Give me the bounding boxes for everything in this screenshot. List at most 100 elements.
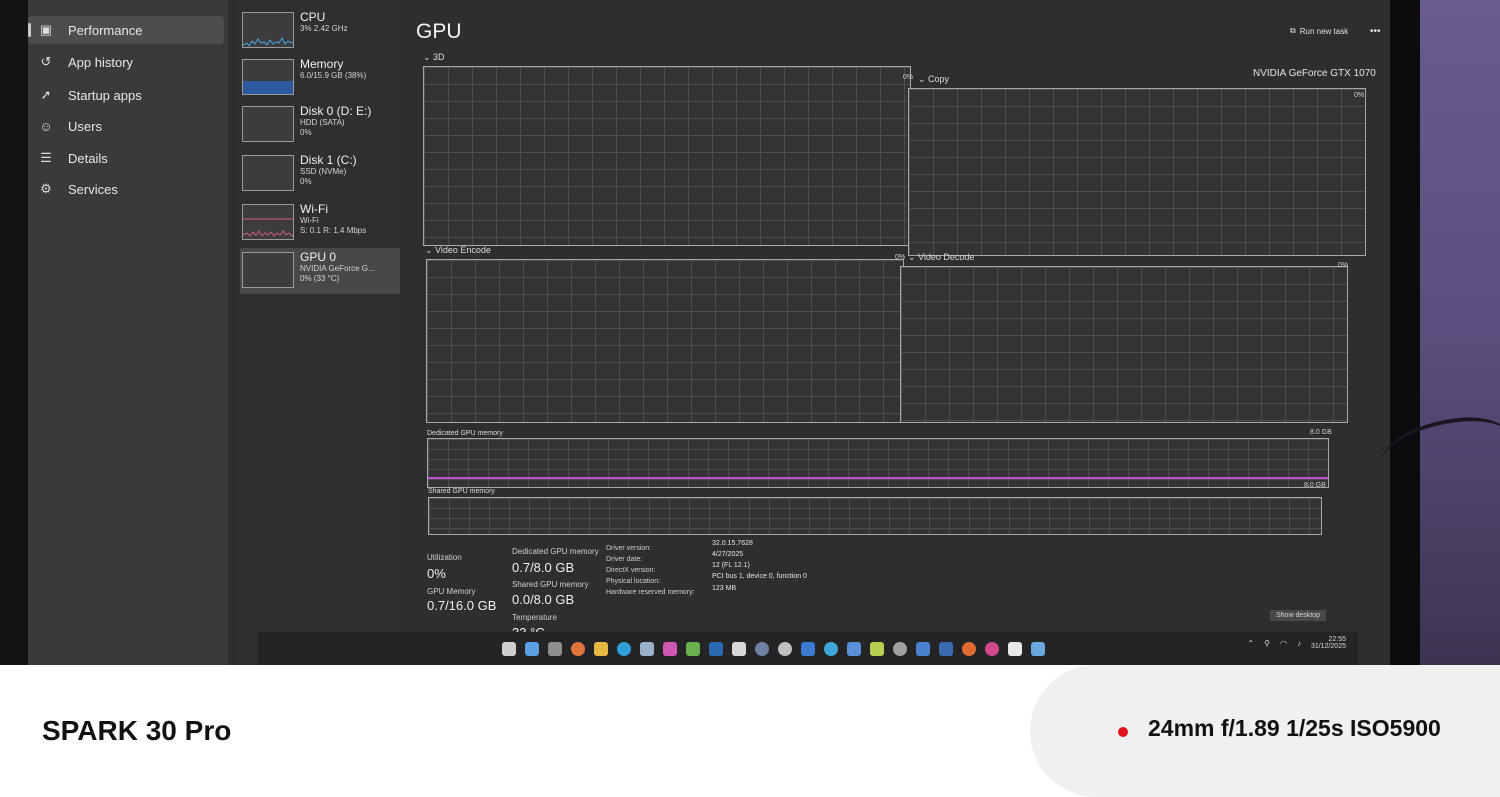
graph-selector-video-encode[interactable]: ⌄ Video Encode bbox=[425, 245, 491, 256]
taskbar-task-manager-icon[interactable] bbox=[1031, 641, 1045, 656]
graph-label: Video Encode bbox=[435, 245, 491, 255]
device-title: CPU bbox=[300, 10, 326, 24]
taskbar: ⌃ ⚲ ◠ ♪ 22:55 31/12/2025 bbox=[258, 632, 1358, 665]
sidebar-item-services[interactable]: ⚙ Services bbox=[28, 175, 224, 203]
usb-icon[interactable]: ⚲ bbox=[1264, 639, 1270, 648]
taskbar-app-3-icon[interactable] bbox=[1008, 641, 1022, 656]
device-subtitle: 6.0/15.9 GB (38%) bbox=[300, 71, 367, 80]
gpu-panel: GPU ⧉ Run new task ••• NVIDIA GeForce GT… bbox=[408, 0, 1390, 665]
chevron-down-icon: ⌄ bbox=[908, 252, 919, 262]
graph-video-decode bbox=[900, 266, 1348, 423]
device-item-cpu[interactable]: CPU 3% 2.42 GHz bbox=[240, 8, 400, 54]
taskbar-app-icon[interactable] bbox=[548, 641, 562, 656]
volume-icon[interactable]: ♪ bbox=[1297, 639, 1301, 648]
directx-version-value: 12 (FL 12.1) bbox=[712, 562, 750, 569]
sidebar-item-label: Services bbox=[68, 181, 118, 197]
disk-0-thumbnail bbox=[242, 106, 294, 142]
device-list: CPU 3% 2.42 GHz Memory 6.0/15.9 GB (38%)… bbox=[236, 0, 400, 665]
wifi-thumbnail bbox=[242, 204, 294, 240]
utilization-value: 0% bbox=[427, 566, 446, 581]
photo-caption-bar: SPARK 30 Pro 24mm f/1.89 1/25s ISO5900 bbox=[0, 665, 1500, 797]
device-item-memory[interactable]: Memory 6.0/15.9 GB (38%) bbox=[240, 55, 400, 101]
taskbar-chrome-icon[interactable] bbox=[571, 641, 585, 656]
sidebar-nav: ▣ Performance ↺ App history ➚ Startup ap… bbox=[28, 0, 228, 665]
device-item-gpu-0[interactable]: GPU 0 NVIDIA GeForce G... 0% (33 °C) bbox=[240, 248, 400, 294]
dedicated-memory-line bbox=[428, 477, 1328, 479]
taskbar-gauge-icon[interactable] bbox=[755, 641, 769, 656]
device-subtitle: 3% 2.42 GHz bbox=[300, 24, 348, 33]
taskbar-chart-icon[interactable] bbox=[916, 641, 930, 656]
taskbar-firefox-icon[interactable] bbox=[962, 641, 976, 656]
device-subtitle: SSD (NVMe) bbox=[300, 167, 347, 176]
taskbar-media-icon[interactable] bbox=[985, 641, 999, 656]
monitor-bezel-right bbox=[1390, 0, 1420, 665]
chevron-down-icon: ⌄ bbox=[425, 245, 436, 255]
taskbar-edge-icon[interactable] bbox=[617, 641, 631, 656]
shared-memory-graph-label: Shared GPU memory bbox=[428, 488, 495, 495]
device-title: Wi-Fi bbox=[300, 202, 328, 216]
sidebar-item-app-history[interactable]: ↺ App history bbox=[28, 48, 224, 76]
graph-selector-video-decode[interactable]: ⌄ Video Decode bbox=[908, 252, 974, 263]
gpu-model-name: NVIDIA GeForce GTX 1070 bbox=[1253, 68, 1376, 79]
camera-device-name: SPARK 30 Pro bbox=[42, 715, 232, 746]
driver-version-key: Driver version: bbox=[606, 545, 652, 552]
sidebar-item-startup-apps[interactable]: ➚ Startup apps bbox=[28, 81, 224, 109]
clock-time: 22:55 bbox=[1328, 636, 1346, 643]
sidebar-item-label: App history bbox=[68, 54, 134, 70]
sidebar-item-label: Details bbox=[68, 150, 108, 166]
taskbar-notepad-icon[interactable] bbox=[870, 641, 884, 656]
taskbar-openai-icon[interactable] bbox=[893, 641, 907, 656]
device-subtitle: HDD (SATA) bbox=[300, 118, 345, 127]
graph-label: Video Decode bbox=[918, 252, 975, 262]
graph-label: Copy bbox=[928, 74, 950, 84]
graph-selector-copy[interactable]: ⌄ Copy bbox=[918, 74, 949, 85]
taskbar-steam-icon[interactable] bbox=[709, 641, 723, 656]
device-item-disk-0[interactable]: Disk 0 (D: E:) HDD (SATA) 0% bbox=[240, 102, 400, 148]
run-new-task-button[interactable]: ⧉ Run new task bbox=[1290, 26, 1348, 36]
physical-location-key: Physical location: bbox=[606, 578, 661, 585]
taskbar-network-icon[interactable] bbox=[847, 641, 861, 656]
device-usage: 0% bbox=[300, 177, 312, 186]
sidebar-item-details[interactable]: ☰ Details bbox=[28, 144, 224, 172]
graph-label: 3D bbox=[433, 52, 445, 62]
device-item-disk-1[interactable]: Disk 1 (C:) SSD (NVMe) 0% bbox=[240, 151, 400, 197]
shared-memory-graph bbox=[428, 497, 1322, 535]
taskbar-folder-icon[interactable] bbox=[594, 641, 608, 656]
graph-selector-3d[interactable]: ⌄ 3D bbox=[423, 52, 445, 63]
taskbar-globe-icon[interactable] bbox=[824, 641, 838, 656]
run-new-task-label: Run new task bbox=[1299, 26, 1349, 36]
wifi-icon[interactable]: ◠ bbox=[1280, 639, 1287, 648]
photo-area: ▣ Performance ↺ App history ➚ Startup ap… bbox=[0, 0, 1500, 665]
sidebar-item-performance[interactable]: ▣ Performance bbox=[28, 16, 224, 44]
device-item-wifi[interactable]: Wi-Fi Wi-Fi S: 0.1 R: 1.4 Mbps bbox=[240, 200, 400, 246]
taskbar-file-icon[interactable] bbox=[502, 641, 516, 656]
taskbar-notes-icon[interactable] bbox=[640, 641, 654, 656]
sidebar-item-users[interactable]: ☺ Users bbox=[28, 112, 224, 140]
show-desktop-button[interactable]: Show desktop bbox=[1270, 610, 1326, 621]
clock[interactable]: 22:55 31/12/2025 bbox=[1311, 636, 1346, 650]
physical-location-value: PCI bus 1, device 0, function 0 bbox=[712, 573, 807, 580]
users-icon: ☺ bbox=[39, 118, 53, 134]
gpu-thumbnail bbox=[242, 252, 294, 288]
taskbar-monitor-icon[interactable] bbox=[939, 641, 953, 656]
device-usage: 0% (33 °C) bbox=[300, 274, 340, 283]
background-wall bbox=[1420, 0, 1500, 665]
more-options-button[interactable]: ••• bbox=[1370, 26, 1381, 37]
taskbar-wordpress-icon[interactable] bbox=[778, 641, 792, 656]
taskbar-app-2-icon[interactable] bbox=[801, 641, 815, 656]
device-usage: S: 0.1 R: 1.4 Mbps bbox=[300, 226, 367, 235]
device-title: Disk 0 (D: E:) bbox=[300, 104, 372, 118]
taskbar-document-icon[interactable] bbox=[732, 641, 746, 656]
graph-video-decode-percent: 0% bbox=[1338, 262, 1349, 269]
taskbar-store-icon[interactable] bbox=[525, 641, 539, 656]
graph-copy-percent: 0% bbox=[1354, 92, 1365, 99]
taskbar-instagram-icon[interactable] bbox=[663, 641, 677, 656]
dedicated-memory-max: 8.0 GB bbox=[1310, 429, 1332, 436]
dedicated-memory-graph-label: Dedicated GPU memory bbox=[427, 430, 503, 437]
directx-version-key: DirectX version: bbox=[606, 567, 656, 574]
driver-date-value: 4/27/2025 bbox=[712, 551, 744, 558]
graph-video-encode bbox=[426, 259, 904, 423]
taskbar-green-app-icon[interactable] bbox=[686, 641, 700, 656]
sidebar-item-label: Users bbox=[68, 118, 102, 134]
chevron-up-icon[interactable]: ⌃ bbox=[1247, 639, 1254, 648]
